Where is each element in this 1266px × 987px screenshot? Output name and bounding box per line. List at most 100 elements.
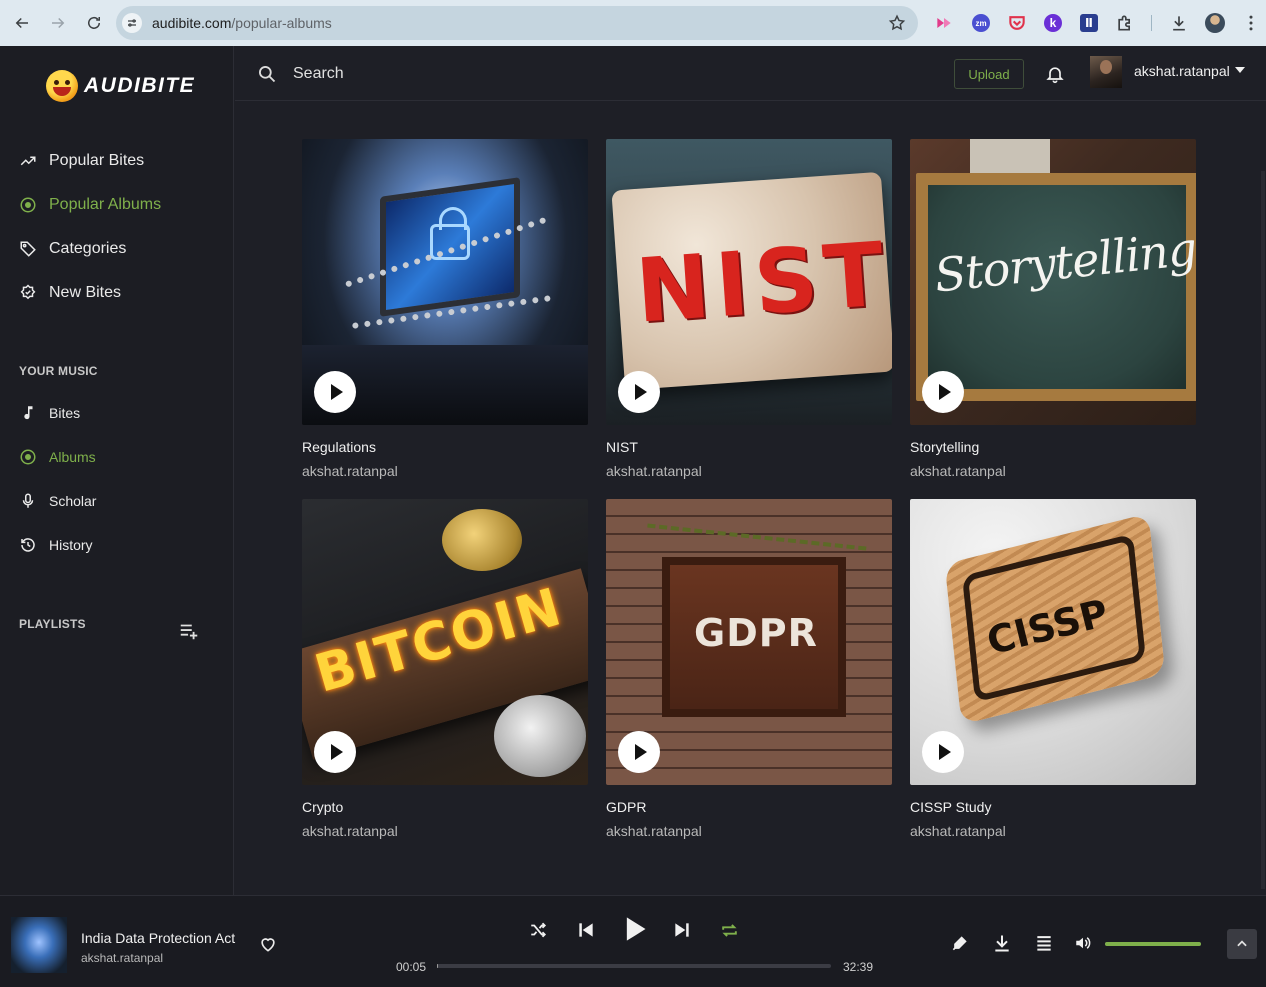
play-button[interactable] — [618, 731, 660, 773]
back-button[interactable] — [4, 5, 40, 41]
album-title[interactable]: CISSP Study — [910, 799, 1196, 815]
album-card[interactable]: BITCOIN Crypto akshat.ratanpal — [302, 499, 588, 839]
album-artist[interactable]: akshat.ratanpal — [606, 823, 892, 839]
queue-button[interactable] — [1034, 933, 1054, 953]
album-card[interactable]: NIST NIST akshat.ratanpal — [606, 139, 892, 479]
search-icon — [257, 64, 277, 89]
play-button[interactable] — [922, 731, 964, 773]
play-button[interactable] — [922, 371, 964, 413]
volume-up-icon — [1076, 937, 1091, 949]
volume-slider[interactable] — [1105, 942, 1201, 946]
cover-text: NIST — [632, 222, 892, 343]
top-header: Upload akshat.ratanpal — [235, 46, 1266, 101]
now-playing-thumbnail[interactable] — [11, 917, 67, 973]
next-button[interactable] — [672, 920, 692, 940]
album-artist[interactable]: akshat.ratanpal — [910, 463, 1196, 479]
upload-button[interactable]: Upload — [954, 59, 1024, 89]
album-artist[interactable]: akshat.ratanpal — [910, 823, 1196, 839]
album-cover[interactable]: CISSP — [910, 499, 1196, 785]
music-note-icon — [24, 406, 33, 420]
extension-zoom-icon[interactable]: zm — [969, 11, 993, 35]
arrow-left-icon — [15, 17, 28, 29]
arrow-right-icon — [52, 17, 65, 29]
album-card[interactable]: Regulations akshat.ratanpal — [302, 139, 588, 479]
extension-pocket-icon[interactable] — [1005, 11, 1029, 35]
album-artist[interactable]: akshat.ratanpal — [302, 463, 588, 479]
repeat-button[interactable] — [720, 921, 739, 940]
album-cover[interactable]: NIST — [606, 139, 892, 425]
skip-previous-icon — [579, 923, 593, 937]
sidebar-item-new-bites[interactable]: New Bites — [19, 284, 121, 302]
album-cover[interactable]: BITCOIN — [302, 499, 588, 785]
total-duration: 32:39 — [843, 960, 874, 974]
sidebar-item-popular-bites[interactable]: Popular Bites — [19, 152, 144, 170]
sidebar-item-scholar[interactable]: Scholar — [19, 492, 96, 510]
app-logo[interactable]: AUDIBITE — [46, 70, 195, 102]
browser-menu-icon[interactable] — [1239, 11, 1263, 35]
album-icon — [20, 197, 36, 213]
elapsed-time: 00:05 — [396, 960, 427, 974]
silver-coin-icon — [494, 695, 586, 777]
now-playing-title[interactable]: India Data Protection Act — [81, 930, 235, 946]
pen-button[interactable] — [950, 933, 970, 953]
album-artist[interactable]: akshat.ratanpal — [302, 823, 588, 839]
site-info-icon[interactable] — [122, 13, 142, 33]
seek-bar[interactable] — [437, 964, 831, 968]
play-button[interactable] — [314, 371, 356, 413]
volume-button[interactable] — [1073, 934, 1093, 952]
sidebar-item-categories[interactable]: Categories — [19, 240, 126, 258]
album-title[interactable]: Crypto — [302, 799, 588, 815]
album-card[interactable]: CISSP CISSP Study akshat.ratanpal — [910, 499, 1196, 839]
album-card[interactable]: Storytelling Storytelling akshat.ratanpa… — [910, 139, 1196, 479]
download-icon — [995, 935, 1009, 952]
reload-button[interactable] — [76, 5, 112, 41]
album-cover[interactable]: Storytelling — [910, 139, 1196, 425]
shuffle-button[interactable] — [529, 921, 547, 939]
download-button[interactable] — [992, 933, 1012, 953]
pen-icon — [952, 936, 967, 951]
album-cover[interactable]: GDPR — [606, 499, 892, 785]
address-bar[interactable]: audibite.com/popular-albums — [116, 6, 918, 40]
search-input[interactable] — [285, 60, 685, 88]
extension-translate-icon[interactable]: Ⅱ — [1077, 11, 1101, 35]
album-cover[interactable] — [302, 139, 588, 425]
play-pause-button[interactable] — [621, 914, 649, 944]
sidebar-item-popular-albums[interactable]: Popular Albums — [19, 196, 161, 214]
now-playing-artist[interactable]: akshat.ratanpal — [81, 951, 163, 965]
extension-k-icon[interactable]: k — [1041, 11, 1065, 35]
user-name[interactable]: akshat.ratanpal — [1134, 63, 1230, 79]
bookmark-star-icon[interactable] — [888, 14, 906, 37]
album-card[interactable]: GDPR GDPR akshat.ratanpal — [606, 499, 892, 839]
play-button[interactable] — [618, 371, 660, 413]
sidebar-item-albums[interactable]: Albums — [19, 448, 96, 466]
profile-avatar[interactable] — [1203, 11, 1227, 35]
extensions-puzzle-icon[interactable] — [1113, 11, 1137, 35]
page-scrollbar[interactable] — [1261, 171, 1265, 889]
sidebar-item-bites[interactable]: Bites — [19, 404, 80, 422]
extension-rewind-icon[interactable] — [932, 11, 956, 35]
chevron-up-icon — [1237, 940, 1247, 947]
notifications-bell-icon[interactable] — [1045, 64, 1065, 89]
add-playlist-button[interactable] — [178, 620, 200, 647]
user-avatar[interactable] — [1090, 56, 1122, 88]
album-title[interactable]: Storytelling — [910, 439, 1196, 455]
sidebar-item-history[interactable]: History — [19, 536, 93, 554]
album-title[interactable]: GDPR — [606, 799, 892, 815]
downloads-icon[interactable] — [1167, 11, 1191, 35]
microphone-icon — [22, 493, 34, 508]
repeat-icon — [722, 924, 737, 937]
toolbar-divider — [1151, 15, 1152, 31]
user-menu-caret-icon[interactable] — [1235, 67, 1245, 73]
new-badge-icon — [20, 284, 36, 300]
album-title[interactable]: Regulations — [302, 439, 588, 455]
shuffle-icon — [531, 922, 547, 938]
like-button[interactable] — [258, 934, 278, 959]
album-title[interactable]: NIST — [606, 439, 892, 455]
expand-player-button[interactable] — [1227, 929, 1257, 959]
playlist-add-icon — [180, 624, 198, 640]
play-button[interactable] — [314, 731, 356, 773]
album-artist[interactable]: akshat.ratanpal — [606, 463, 892, 479]
previous-button[interactable] — [576, 920, 596, 940]
forward-button[interactable] — [40, 5, 76, 41]
player-bar: India Data Protection Act akshat.ratanpa… — [0, 895, 1266, 987]
